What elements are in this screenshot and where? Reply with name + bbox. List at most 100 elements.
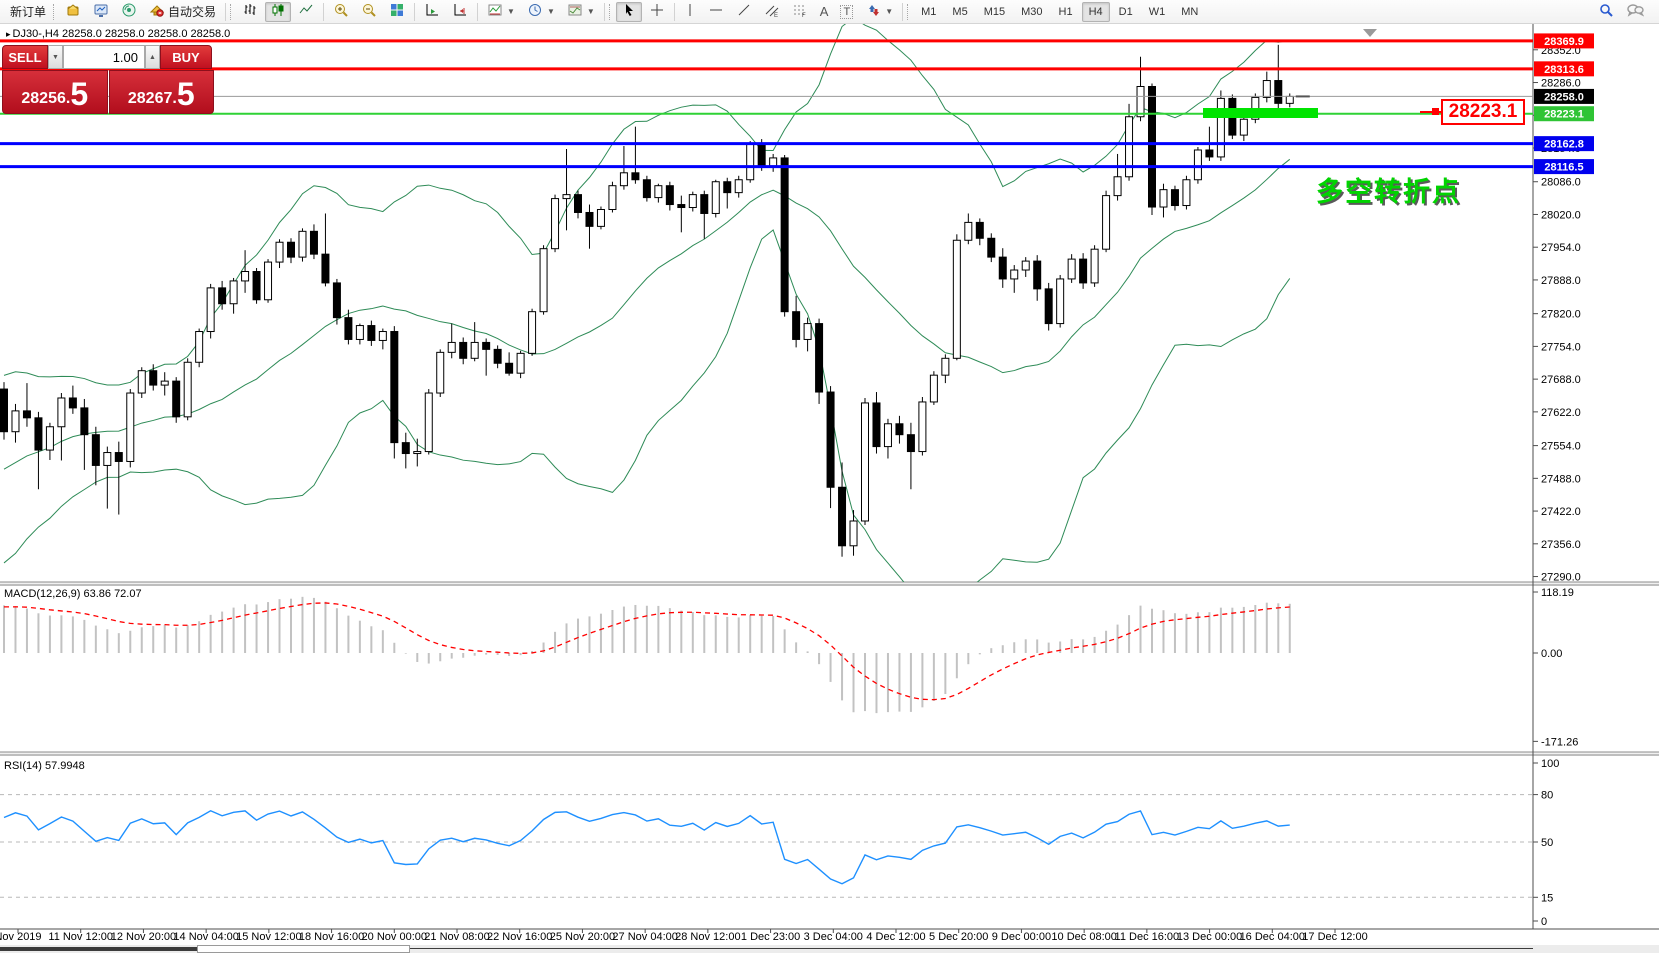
svg-text:0: 0: [1541, 916, 1547, 928]
zoom-in-icon: [333, 2, 349, 21]
timeframe-button-w1[interactable]: W1: [1142, 2, 1173, 22]
svg-text:9 Dec 00:00: 9 Dec 00:00: [992, 931, 1051, 943]
toolbar-handle: [53, 4, 56, 20]
toolbar: 新订单 自动交易 ▼ ▼ ▼ E F A: [0, 0, 1659, 24]
templates-icon: [567, 2, 583, 21]
svg-text:28369.9: 28369.9: [1544, 36, 1584, 48]
svg-text:28313.6: 28313.6: [1544, 64, 1584, 76]
channel-tool-button[interactable]: E: [759, 2, 785, 22]
text-label-tool-button[interactable]: T: [835, 2, 858, 22]
zoom-in-button[interactable]: [328, 2, 354, 22]
bottom-scroll-strip[interactable]: [0, 945, 1659, 953]
terminal-icon: [93, 2, 109, 21]
new-order-button[interactable]: 新订单: [5, 2, 51, 22]
timeframe-button-d1[interactable]: D1: [1112, 2, 1140, 22]
tile-windows-button[interactable]: [384, 2, 410, 22]
line-chart-button[interactable]: [293, 2, 319, 22]
clock-icon: [527, 2, 543, 21]
buy-price-display[interactable]: 28267.5: [109, 70, 215, 114]
auto-trading-button[interactable]: 自动交易: [144, 2, 221, 22]
chart-canvas[interactable]: 28352.028286.028220.028154.028086.028020…: [0, 24, 1659, 945]
volume-input[interactable]: 1.00: [63, 45, 145, 69]
svg-text:Nov 2019: Nov 2019: [0, 931, 42, 943]
svg-text:27 Nov 04:00: 27 Nov 04:00: [612, 931, 677, 943]
svg-text:27554.0: 27554.0: [1541, 441, 1581, 453]
new-order-label: 新订单: [10, 3, 46, 20]
auto-scroll-icon: [424, 2, 440, 21]
svg-text:27422.0: 27422.0: [1541, 506, 1581, 518]
price-pointer-icon: ▸: [6, 29, 11, 39]
timeframe-button-m15[interactable]: M15: [977, 2, 1012, 22]
bar-chart-button[interactable]: [237, 2, 263, 22]
svg-text:22 Nov 16:00: 22 Nov 16:00: [487, 931, 552, 943]
search-icon: [1598, 2, 1614, 21]
text-tool-icon: A: [820, 4, 829, 19]
timeframe-button-mn[interactable]: MN: [1174, 2, 1205, 22]
signals-button[interactable]: [116, 2, 142, 22]
svg-text:18 Nov 16:00: 18 Nov 16:00: [299, 931, 364, 943]
svg-text:28 Nov 12:00: 28 Nov 12:00: [675, 931, 740, 943]
periods-button[interactable]: ▼: [522, 2, 560, 22]
zoom-out-icon: [361, 2, 377, 21]
mt4-window: 新订单 自动交易 ▼ ▼ ▼ E F A: [0, 0, 1659, 953]
chat-icon: [1626, 2, 1644, 21]
market-icon: [65, 2, 81, 21]
candlestick-chart-button[interactable]: [265, 2, 291, 22]
timeframe-button-m30[interactable]: M30: [1014, 2, 1049, 22]
buy-button[interactable]: BUY: [160, 45, 212, 69]
arrows-tool-button[interactable]: ▼: [860, 2, 898, 22]
terminal-button[interactable]: [88, 2, 114, 22]
text-tool-button[interactable]: A: [815, 2, 834, 22]
market-button[interactable]: [60, 2, 86, 22]
svg-text:11 Dec 16:00: 11 Dec 16:00: [1115, 931, 1180, 943]
vertical-line-tool-button[interactable]: [679, 2, 701, 22]
arrows-icon: [865, 2, 881, 21]
svg-text:0.00: 0.00: [1541, 648, 1562, 660]
fibonacci-tool-button[interactable]: F: [787, 2, 813, 22]
macd-panel-label: MACD(12,26,9) 63.86 72.07: [4, 588, 142, 600]
auto-scroll-button[interactable]: [419, 2, 445, 22]
toolbar-separator: [604, 3, 605, 21]
volume-down-button[interactable]: ▼: [48, 45, 63, 69]
svg-text:E: E: [774, 13, 778, 18]
timeframe-group: M1M5M15M30H1H4D1W1MN: [913, 2, 1206, 22]
trendline-tool-button[interactable]: [731, 2, 757, 22]
svg-text:28020.0: 28020.0: [1541, 209, 1581, 221]
zoom-out-button[interactable]: [356, 2, 382, 22]
timeframe-button-m5[interactable]: M5: [945, 2, 974, 22]
svg-text:27290.0: 27290.0: [1541, 572, 1581, 584]
auto-trading-label: 自动交易: [168, 3, 216, 20]
templates-button[interactable]: ▼: [562, 2, 600, 22]
svg-text:15 Nov 12:00: 15 Nov 12:00: [236, 931, 301, 943]
symbol-ohlc-line: ▸DJ30-,H4 28258.0 28258.0 28258.0 28258.…: [6, 28, 230, 40]
indicators-icon: [487, 2, 503, 21]
toolbar-handle: [907, 4, 910, 20]
text-label-icon: T: [840, 5, 853, 19]
scrollbar-box[interactable]: [197, 945, 410, 953]
crosshair-tool-button[interactable]: [644, 2, 670, 22]
toolbar-separator: [323, 3, 324, 21]
chart-shift-button[interactable]: [447, 2, 473, 22]
chart-window[interactable]: 28352.028286.028220.028154.028086.028020…: [0, 24, 1659, 945]
timeframe-button-h4[interactable]: H4: [1082, 2, 1110, 22]
vertical-line-icon: [684, 2, 696, 21]
equidistant-channel-icon: E: [764, 2, 780, 21]
horizontal-line-tool-button[interactable]: [703, 2, 729, 22]
svg-text:27954.0: 27954.0: [1541, 242, 1581, 254]
svg-text:27888.0: 27888.0: [1541, 275, 1581, 287]
fibonacci-icon: F: [792, 2, 808, 21]
scrollbar-thumb[interactable]: [0, 947, 197, 951]
sell-button[interactable]: SELL: [2, 45, 48, 69]
indicators-button[interactable]: ▼: [482, 2, 520, 22]
search-button[interactable]: [1593, 2, 1619, 22]
volume-up-button[interactable]: ▲: [145, 45, 160, 69]
svg-text:28116.5: 28116.5: [1544, 162, 1583, 174]
timeframe-button-m1[interactable]: M1: [914, 2, 943, 22]
chat-button[interactable]: [1621, 2, 1649, 22]
cursor-tool-button[interactable]: [616, 2, 642, 22]
callout-anchor: [1432, 108, 1439, 115]
svg-text:4 Dec 12:00: 4 Dec 12:00: [866, 931, 925, 943]
sell-price-display[interactable]: 28256.5: [2, 70, 108, 114]
timeframe-button-h1[interactable]: H1: [1052, 2, 1080, 22]
price-callout-label[interactable]: 28223.1: [1441, 99, 1525, 125]
